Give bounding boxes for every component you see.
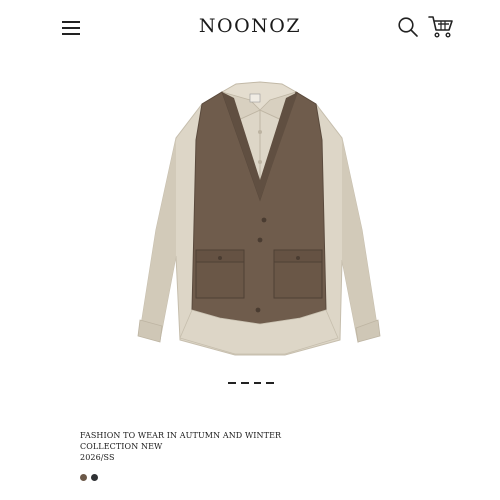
top-header: NOONOZ <box>0 0 500 56</box>
color-swatch-charcoal[interactable] <box>91 474 98 481</box>
carousel-dot-3[interactable] <box>253 382 262 384</box>
product-title-line-1[interactable]: FASHION TO WEAR IN AUTUMN AND WINTER <box>80 430 400 441</box>
carousel-dot-2[interactable] <box>240 382 249 384</box>
color-swatches <box>80 474 98 481</box>
carousel-dot-1[interactable] <box>228 382 236 384</box>
carousel-dot-4[interactable] <box>266 382 274 384</box>
color-swatch-brown[interactable] <box>80 474 87 481</box>
brand-logo[interactable]: NOONOZ <box>150 15 350 37</box>
product-image[interactable] <box>110 70 390 365</box>
product-info: FASHION TO WEAR IN AUTUMN AND WINTER COL… <box>80 430 400 463</box>
carousel-indicator <box>228 382 274 386</box>
product-title-line-2[interactable]: COLLECTION NEW <box>80 441 400 452</box>
search-icon[interactable] <box>397 16 419 38</box>
cart-icon[interactable] <box>428 15 454 39</box>
product-season: 2026/SS <box>80 453 115 462</box>
menu-icon[interactable] <box>60 17 84 37</box>
